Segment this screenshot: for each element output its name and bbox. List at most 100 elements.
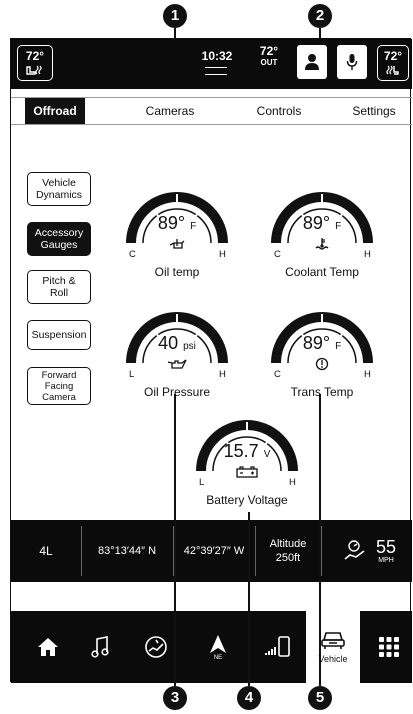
profile-button[interactable] [297, 45, 327, 79]
nav-heading: NE [213, 654, 223, 661]
tab-bar: Offroad Cameras Controls Settings [11, 97, 412, 125]
tab-cameras[interactable]: Cameras [135, 98, 205, 124]
driver-climate-button[interactable]: 72° [17, 45, 53, 81]
speed-value: 55 [375, 536, 397, 557]
offroad-info-bar: 4L 83°13′44″ N 42°39′27″ W Altitude 250f… [11, 520, 412, 582]
manual-figure: 1 2 72° 10:32 72° OUT 72° Offroad Camera… [0, 0, 413, 714]
oil-pressure-reading: 40 psi [145, 333, 209, 354]
coolant-temp-unit: F [335, 221, 342, 232]
latitude-readout: 42°39′27″ W [183, 545, 245, 557]
microphone-icon [346, 54, 358, 70]
compass-arrow-icon [210, 634, 226, 653]
nav-vehicle-label: Vehicle [318, 654, 348, 664]
nav-phone[interactable] [255, 611, 301, 683]
oil-pressure-high: H [219, 369, 226, 380]
tab-controls[interactable]: Controls [239, 98, 319, 124]
pitch-roll-button[interactable]: Pitch & Roll [27, 270, 91, 304]
passenger-climate-button[interactable]: 72° [377, 45, 409, 81]
oil-temp-high: H [219, 249, 226, 260]
coolant-temp-reading: 89° F [294, 213, 350, 234]
battery-voltage-gauge: 15.7 V L H Battery Voltage [191, 405, 303, 507]
altitude-label: Altitude [269, 538, 307, 550]
oil-pressure-unit: psi [183, 341, 196, 352]
forward-facing-camera-button[interactable]: Forward Facing Camera [27, 367, 91, 405]
app-grid-icon [379, 637, 399, 657]
outside-temp: 72° OUT [251, 45, 287, 69]
offroad-speed-icon [344, 540, 365, 560]
tab-offroad[interactable]: Offroad [25, 98, 85, 124]
nav-vehicle[interactable]: Vehicle [306, 611, 360, 683]
nav-home[interactable] [25, 611, 71, 683]
vehicle-icon [321, 632, 345, 649]
clock: 10:32 [201, 49, 233, 63]
accessory-gauges-button[interactable]: Accessory Gauges [27, 222, 91, 256]
oil-pressure-low: L [129, 369, 135, 380]
speed-unit: MPH [378, 556, 394, 564]
status-bar: 72° 10:32 72° OUT 72° [11, 39, 412, 89]
oil-can-icon [167, 359, 187, 369]
callout-4: 4 [237, 686, 261, 710]
longitude-readout: 83°13′44″ N [97, 545, 157, 557]
vehicle-dynamics-label: Vehicle Dynamics [35, 177, 83, 201]
vehicle-dynamics-button[interactable]: Vehicle Dynamics [27, 172, 91, 206]
driver-temp: 72° [25, 49, 45, 63]
battery-voltage-unit: V [263, 449, 271, 460]
altitude-readout: Altitude 250ft [255, 520, 321, 582]
phone-signal-icon [265, 636, 290, 657]
pitch-roll-label: Pitch & Roll [42, 275, 76, 299]
suspension-label: Suspension [31, 329, 87, 341]
menu-lines-icon[interactable] [205, 67, 227, 75]
altitude-value: 250ft [275, 552, 301, 564]
oil-temp-gauge: 89° F C H Oil temp [121, 177, 233, 279]
battery-voltage-reading: 15.7 V [215, 441, 279, 462]
passenger-temp: 72° [383, 49, 403, 63]
oil-temp-unit: F [190, 221, 197, 232]
heated-seat-icon [386, 65, 399, 75]
transmission-icon [315, 357, 329, 371]
battery-voltage-label: Battery Voltage [206, 493, 288, 507]
coolant-temp-label: Coolant Temp [285, 265, 359, 279]
home-icon [38, 638, 58, 656]
drive-mode: 4L [39, 544, 53, 558]
oil-pressure-label: Oil Pressure [143, 385, 211, 399]
battery-voltage-high: H [289, 477, 296, 488]
suspension-button[interactable]: Suspension [27, 320, 91, 350]
speed-value-group: 55 MPH [376, 538, 396, 565]
battery-voltage-value: 15.7 [223, 441, 259, 461]
leader-line-3 [174, 394, 176, 686]
heated-seat-wheel-icon [26, 65, 42, 75]
infotainment-screen: 72° 10:32 72° OUT 72° Offroad Cameras Co… [10, 38, 412, 683]
coolant-temp-icon [315, 238, 329, 250]
callout-2: 2 [308, 4, 332, 28]
trans-temp-unit: F [335, 341, 342, 352]
nav-offroad[interactable] [133, 611, 179, 683]
forward-facing-camera-label: Forward Facing Camera [41, 369, 77, 403]
info-divider [321, 526, 322, 576]
leader-line-5 [319, 394, 321, 686]
oil-temp-reading: 89° F [149, 213, 205, 234]
coolant-temp-gauge: 89° F C H Coolant Temp [266, 177, 378, 279]
voice-button[interactable] [337, 45, 367, 79]
oil-pressure-gauge: 40 psi L H Oil Pressure [121, 297, 233, 399]
trans-temp-low: C [274, 369, 281, 380]
callout-3: 3 [163, 686, 187, 710]
callout-1: 1 [163, 4, 187, 28]
nav-navigation[interactable]: NE [195, 611, 241, 683]
oil-temp-icon [169, 239, 185, 249]
oil-pressure-value: 40 [158, 333, 179, 353]
coolant-temp-value: 89° [302, 213, 331, 233]
oil-temp-label: Oil temp [154, 265, 200, 279]
nav-apps[interactable] [367, 611, 411, 683]
trans-temp-value: 89° [302, 333, 331, 353]
bottom-nav-bar: NE Vehicle [11, 611, 412, 683]
nav-media[interactable] [77, 611, 123, 683]
leader-line-4 [248, 512, 250, 686]
music-note-icon [91, 636, 109, 658]
trans-temp-gauge: 89° F C H Trans Temp [266, 297, 378, 399]
outside-temp-label: OUT [260, 58, 278, 67]
speed-readout: 55 MPH [329, 520, 409, 582]
trans-temp-reading: 89° F [294, 333, 350, 354]
tab-settings[interactable]: Settings [341, 98, 407, 124]
trans-temp-label: Trans Temp [290, 385, 354, 399]
callout-5: 5 [308, 686, 332, 710]
